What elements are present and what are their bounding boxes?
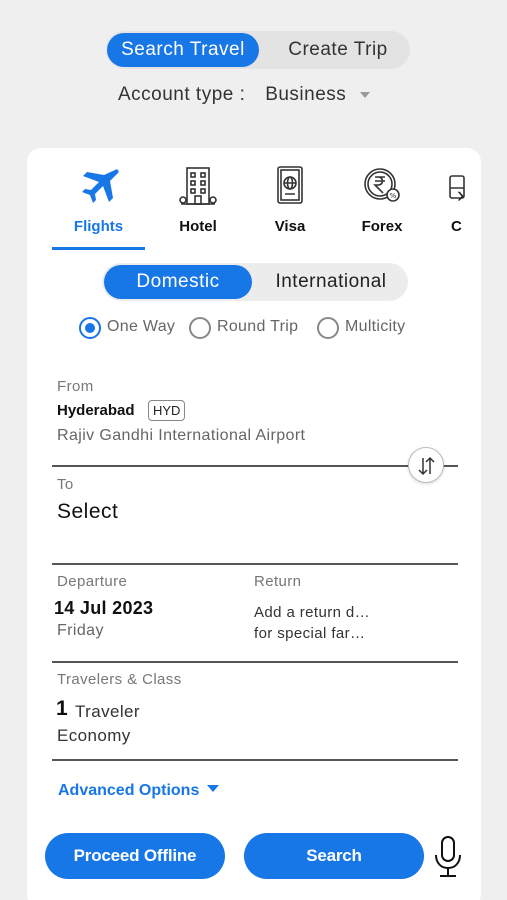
tab-cab[interactable]: C: [432, 148, 472, 250]
proceed-offline-button[interactable]: Proceed Offline: [45, 833, 225, 879]
travel-class: Economy: [57, 726, 131, 745]
from-city: Hyderabad: [57, 402, 135, 419]
international-tab[interactable]: International: [256, 263, 406, 301]
category-tabs: Flights Hotel Visa % Forex C ›: [27, 148, 481, 252]
tab-forex[interactable]: % Forex: [337, 148, 427, 250]
tab-hotel-label: Hotel: [179, 218, 217, 235]
mode-toggle: Search Travel Create Trip: [106, 31, 410, 69]
swap-button[interactable]: [408, 447, 444, 483]
advanced-options-toggle[interactable]: Advanced Options: [58, 782, 220, 800]
account-type-value: Business: [265, 84, 347, 105]
traveler-word: Traveler: [75, 702, 140, 721]
tab-visa-label: Visa: [274, 218, 306, 235]
to-label: To: [57, 476, 74, 493]
divider: [52, 465, 458, 467]
return-hint-line1: Add a return d…: [254, 604, 371, 621]
to-value: Select: [57, 500, 119, 523]
return-hint-line2: for special far…: [254, 625, 366, 642]
passport-icon: [273, 164, 307, 213]
tab-hotel[interactable]: Hotel: [153, 148, 243, 250]
travelers-class-label: Travelers & Class: [57, 671, 182, 688]
building-icon: [178, 164, 218, 213]
trip-scope-toggle: Domestic International: [102, 263, 408, 301]
round-trip-radio[interactable]: Round Trip: [189, 316, 309, 340]
search-button[interactable]: Search: [244, 833, 424, 879]
radio-unchecked-icon: [189, 317, 211, 339]
account-type-selector[interactable]: Account type : Business: [118, 84, 371, 110]
domestic-tab[interactable]: Domestic: [104, 265, 252, 299]
svg-text:%: %: [390, 192, 397, 200]
search-travel-tab[interactable]: Search Travel: [107, 33, 259, 67]
traveler-count: 1: [56, 697, 68, 720]
departure-day: Friday: [57, 622, 104, 639]
active-tab-underline: [52, 247, 145, 250]
tab-visa[interactable]: Visa: [245, 148, 335, 250]
departure-label: Departure: [57, 573, 128, 590]
tab-cab-label: C: [451, 218, 462, 235]
create-trip-tab[interactable]: Create Trip: [266, 31, 410, 69]
chevron-right-icon[interactable]: ›: [457, 182, 464, 208]
from-airport: Rajiv Gandhi International Airport: [57, 427, 306, 444]
multicity-label: Multicity: [345, 318, 406, 335]
divider: [52, 759, 458, 761]
divider: [52, 563, 458, 565]
swap-arrows-icon: [418, 456, 435, 476]
from-label: From: [57, 378, 94, 395]
radio-unchecked-icon: [317, 317, 339, 339]
one-way-radio[interactable]: One Way: [79, 316, 179, 340]
round-trip-label: Round Trip: [217, 318, 299, 335]
microphone-icon[interactable]: [431, 834, 465, 885]
airplane-icon: [77, 164, 121, 213]
return-label: Return: [254, 573, 302, 590]
multicity-radio[interactable]: Multicity: [317, 316, 427, 340]
radio-checked-icon: [79, 317, 101, 339]
tab-forex-label: Forex: [361, 218, 403, 235]
tab-flights[interactable]: Flights: [52, 148, 145, 250]
booking-card: Flights Hotel Visa % Forex C › Domestic …: [27, 148, 481, 900]
tab-flights-label: Flights: [73, 218, 124, 235]
one-way-label: One Way: [107, 318, 176, 335]
account-type-label: Account type :: [118, 84, 246, 105]
rupee-coin-icon: %: [361, 164, 403, 213]
divider: [52, 661, 458, 663]
caret-down-icon: [207, 785, 220, 792]
from-code-badge: HYD: [148, 400, 186, 421]
departure-date: 14 Jul 2023: [54, 598, 154, 618]
chevron-down-icon: [360, 91, 371, 98]
advanced-options-label: Advanced Options: [58, 782, 200, 799]
